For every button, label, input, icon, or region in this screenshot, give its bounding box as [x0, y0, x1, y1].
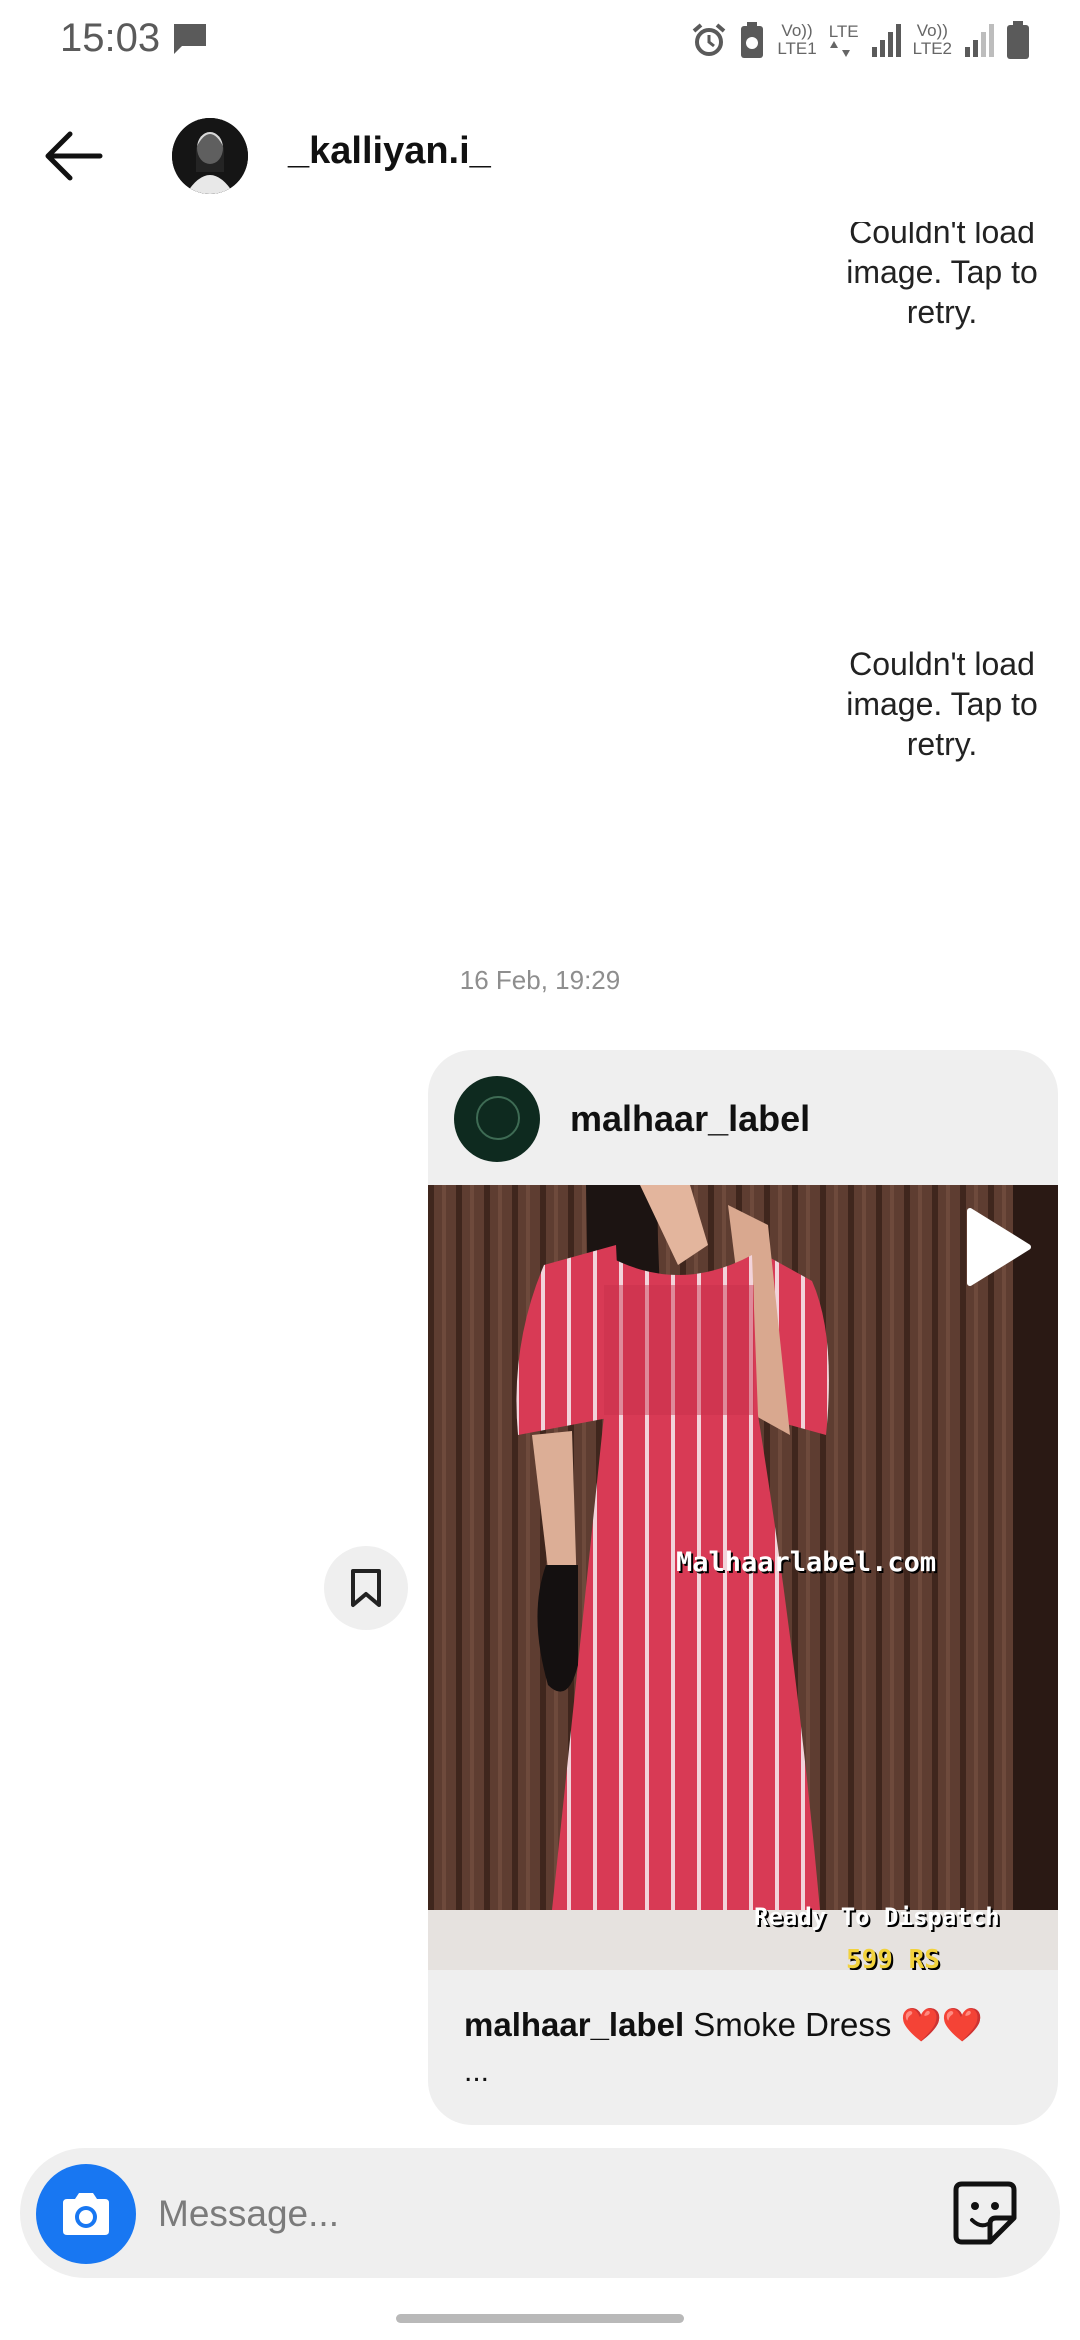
status-bar: 15:03 Vo)) LTE1 LTE Vo)) LTE2 [0, 0, 1080, 80]
shared-post-video[interactable]: Malhaarlabel.com Ready To Dispatch 599 R… [428, 1185, 1058, 1970]
net1-top: Vo)) [781, 21, 813, 40]
status-icons: Vo)) LTE1 LTE Vo)) LTE2 [691, 18, 1030, 62]
play-icon[interactable] [962, 1205, 1034, 1289]
net-label-1: Vo)) LTE1 [777, 22, 816, 58]
lte-data-icon [829, 41, 850, 57]
shared-post-avatar[interactable] [454, 1076, 540, 1162]
bookmark-icon [351, 1569, 381, 1607]
net-label-mid: LTE [829, 23, 859, 57]
net-label-2: Vo)) LTE2 [913, 22, 952, 58]
shared-post-username[interactable]: malhaar_label [570, 1098, 810, 1140]
message-input[interactable] [158, 2176, 938, 2252]
avatar[interactable] [172, 118, 248, 194]
message-timestamp: 16 Feb, 19:29 [459, 965, 621, 995]
failed-image-message[interactable]: Couldn't load image. Tap to retry. [800, 222, 1080, 332]
net2-bottom: LTE2 [912, 39, 952, 58]
message-composer [20, 2148, 1060, 2278]
signal-lte1-icon [871, 24, 901, 57]
overlay-status-text: Ready To Dispatch [754, 1903, 1000, 1931]
camera-icon [63, 2193, 109, 2235]
camera-button[interactable] [36, 2164, 136, 2264]
failed-image-message[interactable]: Couldn't load image. Tap to retry. [822, 644, 1062, 764]
overlay-price-text: 599 RS [846, 1945, 940, 1970]
shared-post-caption[interactable]: malhaar_label Smoke Dress ❤️❤️ [464, 2005, 1034, 2045]
back-arrow-icon[interactable] [40, 128, 104, 184]
failed-image-text[interactable]: Couldn't load image. Tap to retry. [822, 222, 1062, 332]
alarm-icon [693, 23, 726, 56]
battery-icon [1007, 21, 1029, 59]
sticker-icon[interactable] [950, 2178, 1020, 2248]
save-button[interactable] [324, 1546, 408, 1630]
caption-text: Smoke Dress [693, 2006, 892, 2043]
net2-top: Vo)) [916, 21, 948, 40]
caption-emoji: ❤️❤️ [900, 2006, 983, 2043]
home-indicator[interactable] [396, 2314, 684, 2323]
caption-username[interactable]: malhaar_label [464, 2006, 684, 2043]
shared-post-header[interactable]: malhaar_label [428, 1050, 1058, 1185]
message-icon [174, 24, 206, 54]
chat-username[interactable]: _kalliyan.i_ [288, 130, 491, 173]
avatar-image [172, 118, 248, 194]
status-time: 15:03 [60, 16, 161, 60]
net1-bottom: LTE1 [777, 39, 817, 58]
net-mid-top: LTE [828, 22, 859, 41]
signal-lte2-icon [965, 24, 994, 57]
shared-post-card[interactable]: malhaar_label Malhaarlabel.com Ready To … [428, 1050, 1058, 2125]
caption-more[interactable]: ... [464, 2055, 489, 2089]
overlay-site-text: Malhaarlabel.com [676, 1547, 937, 1578]
chat-header: _kalliyan.i_ [0, 100, 1080, 210]
battery-saver-icon [741, 22, 764, 58]
